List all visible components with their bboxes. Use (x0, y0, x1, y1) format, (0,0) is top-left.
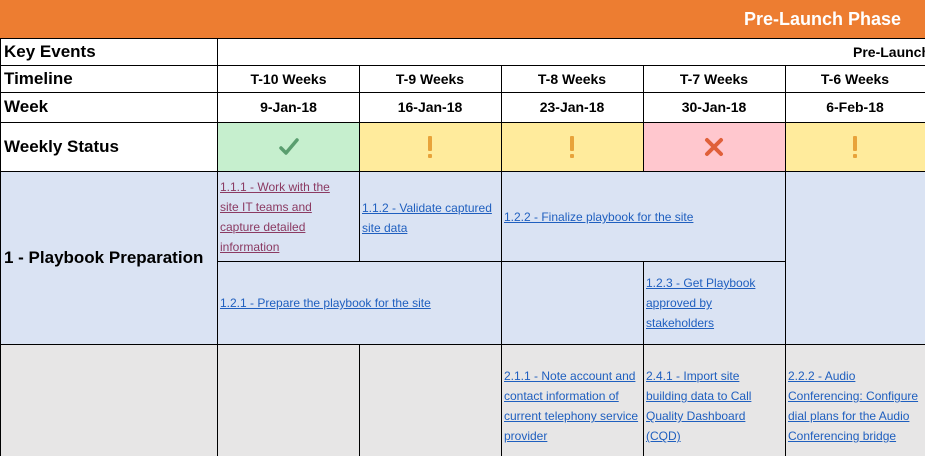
phase-header-bar: Pre-Launch Phase (0, 0, 925, 38)
task-1-2-3-link[interactable]: 1.2.3 - Get Playbook approved by stakeho… (646, 273, 774, 333)
exclamation-icon (501, 122, 643, 171)
gridline (0, 344, 925, 345)
gridline (0, 38, 1, 456)
gridline (501, 261, 502, 344)
key-events-value: Pre-Launch (853, 44, 925, 60)
gridline (643, 261, 644, 344)
gridline (359, 344, 360, 456)
task-1-2-1-link[interactable]: 1.2.1 - Prepare the playbook for the sit… (220, 293, 490, 313)
week-0: 9-Jan-18 (260, 99, 317, 115)
timeline-4: T-6 Weeks (820, 70, 890, 87)
timeline-3: T-7 Weeks (679, 70, 749, 87)
task-1-2-2-link[interactable]: 1.2.2 - Finalize playbook for the site (504, 207, 764, 227)
gridline (0, 171, 925, 172)
week-1: 16-Jan-18 (397, 99, 463, 115)
gridline (0, 122, 925, 123)
week-2: 23-Jan-18 (539, 99, 605, 115)
exclamation-icon (359, 122, 501, 171)
phase-title: Pre-Launch Phase (743, 9, 901, 29)
timeline-0: T-10 Weeks (250, 70, 327, 87)
task-2-2-2-link[interactable]: 2.2.2 - Audio Conferencing: Configure di… (788, 366, 925, 446)
gridline (359, 171, 360, 261)
gridline (217, 38, 218, 456)
gridline (359, 65, 360, 171)
week-4: 6-Feb-18 (826, 99, 884, 115)
gridline (0, 92, 925, 93)
section1-label: 1 - Playbook Preparation (4, 247, 204, 267)
task-1-1-1-link[interactable]: 1.1.1 - Work with the site IT teams and … (220, 177, 350, 257)
x-icon (643, 122, 785, 171)
task-1-1-2-link[interactable]: 1.1.2 - Validate captured site data (362, 198, 492, 238)
row-label-weekly-status: Weekly Status (4, 136, 119, 156)
task-2-1-1-link[interactable]: 2.1.1 - Note account and contact informa… (504, 366, 642, 446)
gridline (501, 344, 502, 456)
timeline-2: T-8 Weeks (537, 70, 607, 87)
gridline (501, 171, 502, 261)
section2-background (0, 344, 925, 456)
task-2-4-1-link[interactable]: 2.4.1 - Import site building data to Cal… (646, 366, 776, 446)
gridline (643, 344, 644, 456)
row-label-key-events: Key Events (4, 41, 96, 61)
gridline (785, 344, 786, 456)
gridline (0, 65, 925, 66)
row-label-week: Week (4, 97, 49, 116)
timeline-1: T-9 Weeks (395, 70, 465, 87)
gridline (785, 65, 786, 171)
row-label-timeline: Timeline (4, 68, 73, 88)
exclamation-icon (785, 122, 925, 171)
gridline (785, 171, 786, 344)
gridline (501, 65, 502, 171)
check-icon (218, 122, 359, 171)
gridline (0, 38, 925, 39)
week-3: 30-Jan-18 (681, 99, 747, 115)
gridline (643, 65, 644, 171)
